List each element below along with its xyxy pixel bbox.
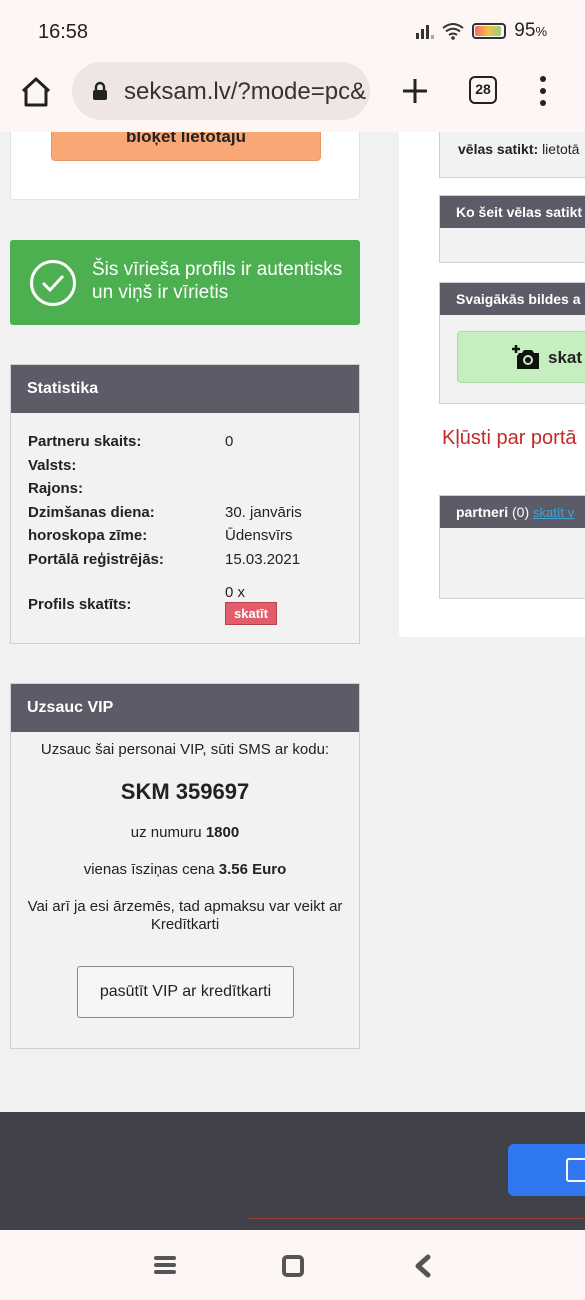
- add-photo-icon: [512, 345, 539, 369]
- view-photos-button[interactable]: skat: [457, 331, 585, 383]
- system-nav-bar: [0, 1230, 585, 1300]
- clock: 16:58: [38, 21, 89, 43]
- stat-label: Valsts:: [28, 457, 77, 474]
- home-nav-icon[interactable]: [282, 1255, 304, 1277]
- fresh-photos-box: Svaigākās bildes a skat: [439, 282, 585, 404]
- statistics-panel: Statistika Partneru skaits: 0 Valsts: Ra…: [10, 364, 360, 644]
- statistics-title: Statistika: [11, 365, 359, 413]
- partners-view-link[interactable]: skatīt v: [533, 505, 574, 520]
- check-circle-icon: [30, 260, 76, 306]
- become-portal-link[interactable]: Kļūsti par portā: [442, 427, 577, 450]
- authenticity-text: Šis vīrieša profils ir autentisks un viņ…: [92, 259, 343, 303]
- lock-icon: [93, 81, 107, 100]
- battery-icon: [472, 23, 507, 39]
- tab-switcher-button[interactable]: 28: [469, 76, 497, 104]
- stat-label-views: Profils skatīts:: [28, 596, 132, 613]
- back-icon[interactable]: [412, 1254, 434, 1278]
- stat-label: Partneru skaits:: [28, 433, 142, 450]
- meet-box: vēlas satikt: lietotā: [439, 132, 585, 178]
- status-icons: 95%: [416, 20, 547, 42]
- partners-title: partneri (0) skatīt v: [440, 496, 585, 528]
- stat-value: 30. janvāris: [225, 504, 302, 521]
- sms-price: vienas īsziņas cena 3.56 Euro: [83, 861, 287, 878]
- more-menu-icon[interactable]: [538, 76, 548, 106]
- partners-box: partneri (0) skatīt v: [439, 495, 585, 599]
- page-content: bloķēt lietotāju Šis vīrieša profils ir …: [0, 132, 585, 1112]
- right-column: vēlas satikt: lietotā Ko šeit vēlas sati…: [399, 132, 585, 637]
- fresh-photos-title: Svaigākās bildes a: [440, 283, 585, 315]
- wifi-icon: [442, 23, 464, 40]
- vip-title: Uzsauc VIP: [11, 684, 359, 732]
- status-bar: 16:58 95%: [0, 0, 585, 62]
- recent-apps-icon[interactable]: [154, 1256, 176, 1274]
- wants-to-meet-box: Ko šeit vēlas satikt: [439, 195, 585, 263]
- stat-label: Portālā reģistrējās:: [28, 551, 164, 568]
- sms-code: SKM 359697: [120, 779, 250, 804]
- signal-icon: [416, 23, 435, 39]
- address-bar[interactable]: seksam.lv/?mode=pc&: [72, 62, 370, 120]
- vip-alt-text: Vai arī ja esi ārzemēs, tad apmaksu var …: [27, 898, 343, 933]
- block-user-button[interactable]: bloķēt lietotāju: [51, 132, 321, 161]
- wants-to-meet-title: Ko šeit vēlas satikt: [440, 196, 585, 228]
- share-button[interactable]: [508, 1144, 585, 1196]
- stat-label: Rajons:: [28, 480, 84, 497]
- view-photos-label: skat: [548, 348, 583, 367]
- stat-value: 0: [225, 433, 234, 450]
- stat-value: Ūdensvīrs: [225, 527, 293, 544]
- authenticity-notice: Šis vīrieša profils ir autentisks un viņ…: [10, 240, 360, 325]
- browser-toolbar: seksam.lv/?mode=pc& 28: [0, 62, 585, 132]
- vip-intro: Uzsauc šai personai VIP, sūti SMS ar kod…: [40, 741, 330, 758]
- home-icon[interactable]: [18, 74, 54, 110]
- stat-value: 15.03.2021: [225, 551, 301, 568]
- meet-info: vēlas satikt: lietotā: [458, 141, 580, 157]
- battery-level: 95%: [514, 20, 547, 41]
- stat-label: Dzimšanas diena:: [28, 504, 155, 521]
- vip-panel: Uzsauc VIP Uzsauc šai personai VIP, sūti…: [10, 683, 360, 1049]
- url-text: seksam.lv/?mode=pc&: [124, 78, 367, 105]
- footer-divider: [248, 1218, 585, 1219]
- profile-actions-card: bloķēt lietotāju: [10, 132, 360, 200]
- page-footer: [0, 1112, 585, 1230]
- stat-label: horoskopa zīme:: [28, 527, 148, 544]
- view-visitors-button[interactable]: skatīt: [225, 602, 277, 625]
- new-tab-icon[interactable]: [400, 76, 430, 106]
- share-icon: [566, 1158, 585, 1182]
- sms-number: uz numuru 1800: [130, 824, 240, 841]
- profile-views-count: 0 x: [225, 584, 246, 601]
- card-payment-button[interactable]: pasūtīt VIP ar kredītkarti: [77, 966, 294, 1018]
